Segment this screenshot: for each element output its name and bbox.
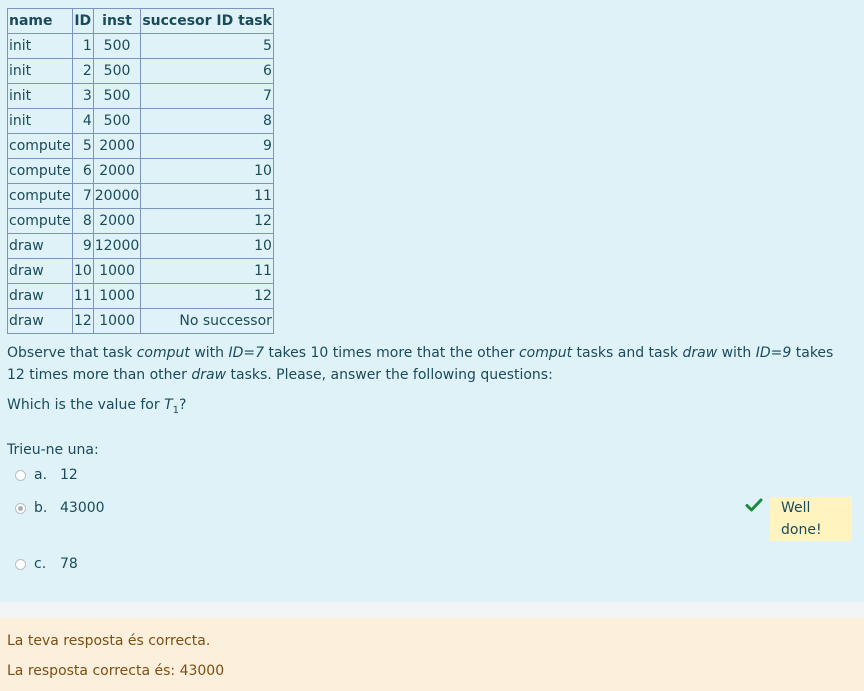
option-letter: a. xyxy=(34,467,48,483)
option-text: 78 xyxy=(60,556,78,572)
table-row: init 3 500 7 xyxy=(7,83,274,109)
cell-id: 6 xyxy=(71,158,94,184)
cell-id: 12 xyxy=(71,308,94,334)
check-icon xyxy=(745,498,763,512)
cell-inst: 12000 xyxy=(92,233,142,259)
table-row: init 4 500 8 xyxy=(7,108,274,134)
table-row: compute 6 2000 10 xyxy=(7,158,274,184)
cell-id: 3 xyxy=(71,83,94,109)
cell-successor: 10 xyxy=(140,158,274,184)
right-answer-message: La resposta correcta és: 43000 xyxy=(7,663,225,679)
cell-inst: 20000 xyxy=(92,183,142,209)
col-header-name: name xyxy=(7,8,73,34)
cell-id: 1 xyxy=(71,33,94,59)
option-letter: c. xyxy=(34,556,47,572)
cell-inst: 1000 xyxy=(92,308,142,334)
cell-successor: 10 xyxy=(140,233,274,259)
table-header-row: name ID inst succesor ID task xyxy=(7,8,274,34)
cell-name: draw xyxy=(7,233,73,259)
cell-successor: 8 xyxy=(140,108,274,134)
cell-name: compute xyxy=(7,183,73,209)
cell-name: compute xyxy=(7,208,73,234)
col-header-successor: succesor ID task xyxy=(140,8,274,34)
radio-button-selected[interactable] xyxy=(15,502,26,514)
radio-button[interactable] xyxy=(15,469,26,481)
cell-id: 4 xyxy=(71,108,94,134)
option-letter: b. xyxy=(34,500,48,516)
cell-id: 9 xyxy=(71,233,94,259)
cell-name: draw xyxy=(7,283,73,309)
cell-id: 7 xyxy=(71,183,94,209)
cell-name: compute xyxy=(7,133,73,159)
cell-inst: 500 xyxy=(92,33,142,59)
cell-successor: 5 xyxy=(140,33,274,59)
table-row: compute 7 20000 11 xyxy=(7,183,274,209)
cell-successor: 11 xyxy=(140,258,274,284)
cell-name: compute xyxy=(7,158,73,184)
choose-one-label: Trieu-ne una: xyxy=(7,442,99,458)
cell-successor: 12 xyxy=(140,283,274,309)
radio-button[interactable] xyxy=(15,558,26,570)
cell-successor: No successor xyxy=(140,308,274,334)
tasks-table: name ID inst succesor ID task init 1 500 5 i… xyxy=(7,8,274,334)
cell-id: 11 xyxy=(71,283,94,309)
cell-successor: 11 xyxy=(140,183,274,209)
cell-name: init xyxy=(7,83,73,109)
cell-successor: 12 xyxy=(140,208,274,234)
cell-inst: 500 xyxy=(92,83,142,109)
table-row: draw 10 1000 11 xyxy=(7,258,274,284)
cell-inst: 500 xyxy=(92,108,142,134)
cell-inst: 2000 xyxy=(92,208,142,234)
cell-successor: 7 xyxy=(140,83,274,109)
cell-id: 2 xyxy=(71,58,94,84)
table-row: draw 11 1000 12 xyxy=(7,283,274,309)
answer-option-c[interactable]: c. 78 xyxy=(15,553,78,575)
cell-name: init xyxy=(7,108,73,134)
cell-id: 10 xyxy=(71,258,94,284)
cell-inst: 1000 xyxy=(92,283,142,309)
cell-inst: 500 xyxy=(92,58,142,84)
table-row: init 2 500 6 xyxy=(7,58,274,84)
cell-inst: 2000 xyxy=(92,158,142,184)
cell-name: init xyxy=(7,33,73,59)
cell-successor: 9 xyxy=(140,133,274,159)
answer-option-b[interactable]: b. 43000 xyxy=(15,497,105,519)
cell-inst: 2000 xyxy=(92,133,142,159)
cell-name: draw xyxy=(7,258,73,284)
table-row: compute 8 2000 12 xyxy=(7,208,274,234)
table-row: compute 5 2000 9 xyxy=(7,133,274,159)
option-text: 12 xyxy=(60,467,78,483)
cell-name: init xyxy=(7,58,73,84)
question-text: Observe that task comput with ID=7 takes… xyxy=(7,345,834,383)
cell-inst: 1000 xyxy=(92,258,142,284)
question-panel: name ID inst succesor ID task init 1 500 5 i… xyxy=(0,0,864,602)
cell-name: draw xyxy=(7,308,73,334)
answer-option-a[interactable]: a. 12 xyxy=(15,464,78,486)
table-row: draw 12 1000 No successor xyxy=(7,308,274,334)
col-header-id: ID xyxy=(71,8,94,34)
cell-id: 8 xyxy=(71,208,94,234)
outcome-panel: La teva resposta és correcta. La respost… xyxy=(0,618,864,691)
table-row: draw 9 12000 10 xyxy=(7,233,274,259)
cell-successor: 6 xyxy=(140,58,274,84)
feedback-box: Well done! xyxy=(770,497,852,541)
col-header-inst: inst xyxy=(92,8,142,34)
option-text: 43000 xyxy=(60,500,105,516)
table-row: init 1 500 5 xyxy=(7,33,274,59)
question-prompt: Which is the value for T1? xyxy=(7,397,187,416)
correct-message: La teva resposta és correcta. xyxy=(7,633,211,649)
cell-id: 5 xyxy=(71,133,94,159)
